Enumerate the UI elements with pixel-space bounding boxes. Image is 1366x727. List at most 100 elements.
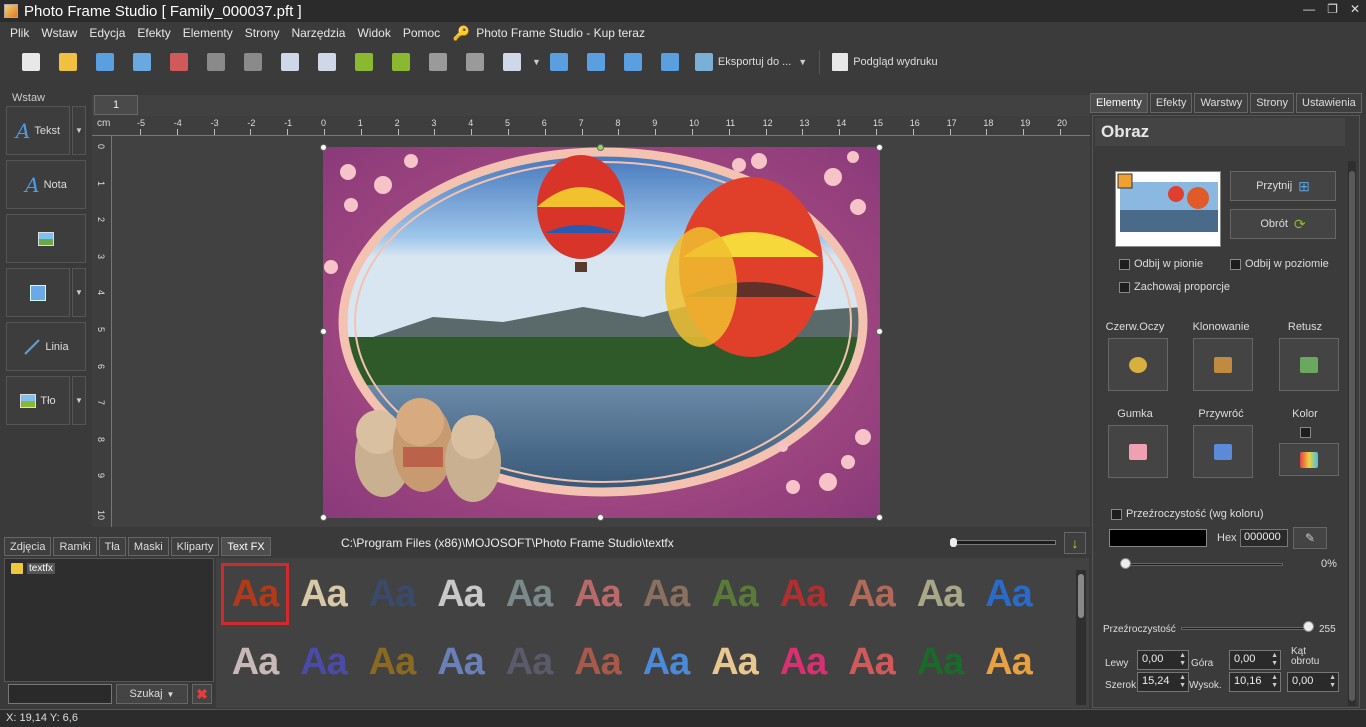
menu-buy[interactable]: Photo Frame Studio - Kup teraz xyxy=(470,26,651,40)
resize-handle-ml[interactable] xyxy=(320,328,327,335)
spin-arrows-icon[interactable]: ▲ ▼ xyxy=(1179,674,1186,690)
folder-item[interactable]: textfx xyxy=(11,563,55,574)
insert-background-button[interactable]: Tło xyxy=(6,376,70,425)
transparency-slider[interactable] xyxy=(1181,627,1311,630)
ungroup-button[interactable] xyxy=(456,47,493,77)
retouch-button[interactable] xyxy=(1279,338,1339,391)
text-menu-arrow[interactable]: ▼ xyxy=(72,106,86,155)
spin-arrows-icon[interactable]: ▲ ▼ xyxy=(1179,652,1186,668)
menu-plik[interactable]: Plik xyxy=(4,26,35,40)
tab-strony[interactable]: Strony xyxy=(1250,93,1294,113)
angle-input[interactable]: 0,00 ▲ ▼ xyxy=(1287,672,1339,692)
clear-search-button[interactable]: ✖ xyxy=(192,684,212,704)
text-fx-item[interactable]: Aa xyxy=(361,634,423,690)
resize-handle-mr[interactable] xyxy=(876,328,883,335)
eraser-button[interactable] xyxy=(1108,425,1168,478)
text-fx-item[interactable]: Aa xyxy=(430,634,492,690)
insert-image-button[interactable] xyxy=(6,214,86,263)
text-fx-item[interactable]: Aa xyxy=(978,634,1040,690)
tab-warstwy[interactable]: Warstwy xyxy=(1194,93,1249,113)
fit-button[interactable] xyxy=(541,47,578,77)
text-fx-item[interactable]: Aa xyxy=(909,634,971,690)
page-tab-1[interactable]: 1 xyxy=(94,95,138,115)
close-button[interactable]: ✕ xyxy=(1350,2,1360,16)
save-button[interactable] xyxy=(86,47,123,77)
insert-text-button[interactable]: A Tekst xyxy=(6,106,70,155)
tab-tla[interactable]: Tła xyxy=(98,537,126,556)
insert-shape-button[interactable] xyxy=(6,268,70,317)
photo-frame-image[interactable] xyxy=(323,147,880,518)
tab-elementy[interactable]: Elementy xyxy=(1090,93,1148,113)
color-swatch[interactable] xyxy=(1109,529,1207,547)
group-button[interactable] xyxy=(419,47,456,77)
maximize-button[interactable]: ❐ xyxy=(1327,2,1338,16)
open-button[interactable] xyxy=(49,47,86,77)
width-input[interactable]: 15,24 ▲ ▼ xyxy=(1137,672,1189,692)
text-fx-item[interactable]: Aa xyxy=(221,563,289,625)
align-button[interactable] xyxy=(493,47,530,77)
menu-wstaw[interactable]: Wstaw xyxy=(35,26,83,40)
text-fx-item[interactable]: Aa xyxy=(498,634,560,690)
tab-text-fx[interactable]: Text FX xyxy=(221,537,271,556)
menu-pomoc[interactable]: Pomoc xyxy=(397,26,446,40)
text-fx-item[interactable]: Aa xyxy=(567,634,629,690)
text-fx-item[interactable]: Aa xyxy=(909,566,971,622)
minimize-button[interactable]: — xyxy=(1303,2,1315,16)
resize-handle-tl[interactable] xyxy=(320,144,327,151)
text-fx-scrollbar[interactable] xyxy=(1076,570,1086,705)
color-checkbox[interactable] xyxy=(1300,427,1311,438)
zoom-actual-button[interactable] xyxy=(652,47,689,77)
text-fx-item[interactable]: Aa xyxy=(361,566,423,622)
clone-button[interactable] xyxy=(1193,338,1253,391)
delete-page-button[interactable] xyxy=(160,47,197,77)
restore-button[interactable] xyxy=(1193,425,1253,478)
text-fx-item[interactable]: Aa xyxy=(841,634,903,690)
zoom-out-button[interactable] xyxy=(615,47,652,77)
text-fx-item[interactable]: Aa xyxy=(841,566,903,622)
text-fx-item[interactable]: Aa xyxy=(704,634,766,690)
new-button[interactable] xyxy=(12,47,49,77)
resize-handle-br[interactable] xyxy=(876,514,883,521)
resize-handle-bl[interactable] xyxy=(320,514,327,521)
redo-button[interactable] xyxy=(382,47,419,77)
spin-arrows-icon[interactable]: ▲ ▼ xyxy=(1271,652,1278,668)
tab-kliparty[interactable]: Kliparty xyxy=(170,537,220,556)
undo-button[interactable] xyxy=(345,47,382,77)
text-fx-item[interactable]: Aa xyxy=(772,566,834,622)
left-input[interactable]: 0,00 ▲ ▼ xyxy=(1137,650,1189,670)
export-button[interactable]: Eksportuj do ... ▼ xyxy=(689,47,813,77)
transparency-color-checkbox[interactable]: Przeźroczystość (wg koloru) xyxy=(1111,508,1264,520)
tab-ramki[interactable]: Ramki xyxy=(53,537,97,556)
add-page-button[interactable] xyxy=(123,47,160,77)
transparency-slider-knob[interactable] xyxy=(1303,621,1314,632)
flip-vertical-box[interactable] xyxy=(1119,258,1130,270)
flip-horizontal-checkbox[interactable]: Odbij w poziomie xyxy=(1230,258,1329,270)
hex-input[interactable]: 000000 xyxy=(1240,529,1288,547)
chevron-down-icon[interactable]: ▼ xyxy=(532,57,541,67)
send-back-button[interactable] xyxy=(308,47,345,77)
text-fx-item[interactable]: Aa xyxy=(704,566,766,622)
thumbnail-size-knob[interactable] xyxy=(950,538,957,547)
menu-narzedzia[interactable]: Narzędzia xyxy=(285,26,351,40)
text-fx-item[interactable]: Aa xyxy=(430,566,492,622)
menu-widok[interactable]: Widok xyxy=(351,26,396,40)
spin-arrows-icon[interactable]: ▲ ▼ xyxy=(1329,674,1336,690)
insert-note-button[interactable]: A Nota xyxy=(6,160,86,209)
tolerance-slider[interactable] xyxy=(1123,563,1283,566)
right-panel-scrollbar[interactable] xyxy=(1348,161,1356,706)
resize-handle-bm[interactable] xyxy=(597,514,604,521)
keep-ratio-box[interactable] xyxy=(1119,281,1130,293)
text-fx-item[interactable]: Aa xyxy=(293,566,355,622)
text-fx-item[interactable]: Aa xyxy=(293,634,355,690)
spin-arrows-icon[interactable]: ▲ ▼ xyxy=(1271,674,1278,690)
text-fx-item[interactable]: Aa xyxy=(224,634,286,690)
red-eye-button[interactable] xyxy=(1108,338,1168,391)
search-input[interactable] xyxy=(8,684,112,704)
tab-zdjecia[interactable]: Zdjęcia xyxy=(4,537,52,556)
menu-strony[interactable]: Strony xyxy=(239,26,286,40)
shape-menu-arrow[interactable]: ▼ xyxy=(72,268,86,317)
height-input[interactable]: 10,16 ▲ ▼ xyxy=(1229,672,1281,692)
apply-button[interactable]: ↓ xyxy=(1064,532,1086,554)
text-fx-item[interactable]: Aa xyxy=(567,566,629,622)
right-panel-scroll-thumb[interactable] xyxy=(1349,171,1355,701)
